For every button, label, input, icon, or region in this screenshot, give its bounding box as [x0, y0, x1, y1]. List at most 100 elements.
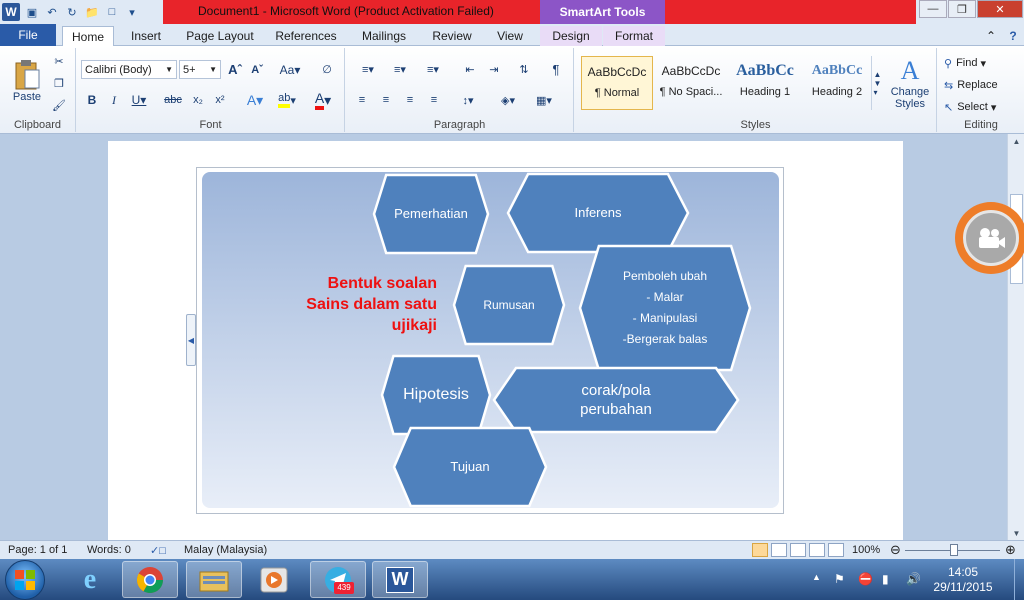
show-formatting-icon[interactable]: ¶: [546, 60, 566, 79]
node-corak-pola[interactable]: corak/pola perubahan: [492, 366, 740, 434]
customize-qat-icon[interactable]: ▾: [124, 4, 140, 20]
replace-button[interactable]: ⇆ Replace: [944, 76, 1020, 94]
full-screen-view-icon[interactable]: [771, 543, 787, 557]
word-logo-icon[interactable]: W: [2, 3, 20, 21]
strikethrough-icon[interactable]: abc: [161, 90, 185, 110]
paste-button[interactable]: Paste: [8, 52, 46, 110]
decrease-indent-icon[interactable]: ⇤: [460, 60, 480, 79]
node-tujuan[interactable]: Tujuan: [392, 426, 548, 508]
draft-view-icon[interactable]: [828, 543, 844, 557]
redo-icon[interactable]: ↻: [64, 4, 80, 20]
vertical-scrollbar[interactable]: ▲ ▼: [1007, 134, 1024, 540]
start-button[interactable]: [5, 560, 45, 600]
taskbar-media-player[interactable]: [246, 561, 302, 598]
close-button[interactable]: ✕: [977, 0, 1023, 18]
zoom-level[interactable]: 100%: [852, 544, 880, 556]
show-desktop-button[interactable]: [1014, 559, 1024, 600]
word-count[interactable]: Words: 0: [87, 544, 131, 556]
web-layout-view-icon[interactable]: [790, 543, 806, 557]
numbering-icon[interactable]: ≡▾: [386, 60, 414, 79]
superscript-icon[interactable]: x²: [211, 90, 229, 110]
bullets-icon[interactable]: ≡▾: [354, 60, 382, 79]
font-color-icon[interactable]: A ▾: [309, 90, 337, 110]
tab-page-layout[interactable]: Page Layout: [180, 26, 260, 46]
node-inferens[interactable]: Inferens: [506, 172, 690, 254]
volume-icon[interactable]: 🔊: [906, 572, 921, 586]
style-no-spacing[interactable]: AaBbCcDc ¶ No Spaci...: [655, 56, 727, 110]
bold-icon[interactable]: B: [83, 90, 101, 110]
sort-icon[interactable]: ⇅: [514, 60, 534, 79]
tab-design[interactable]: Design: [540, 26, 602, 46]
tab-review[interactable]: Review: [424, 26, 480, 46]
shading-icon[interactable]: ◈▾: [494, 90, 522, 110]
underline-icon[interactable]: U▾: [127, 90, 151, 110]
copy-icon[interactable]: ❐: [50, 74, 68, 92]
cut-icon[interactable]: ✂: [50, 52, 68, 70]
align-center-icon[interactable]: ≡: [376, 90, 396, 110]
node-pemerhatian[interactable]: Pemerhatian: [372, 173, 490, 255]
format-painter-icon[interactable]: 🖌: [50, 96, 68, 114]
borders-icon[interactable]: ▦▾: [530, 90, 558, 110]
justify-icon[interactable]: ≡: [424, 90, 444, 110]
taskbar-chrome[interactable]: [122, 561, 178, 598]
subscript-icon[interactable]: x₂: [189, 90, 207, 110]
tab-references[interactable]: References: [270, 26, 342, 46]
line-spacing-icon[interactable]: ↕▾: [454, 90, 482, 110]
print-layout-view-icon[interactable]: [752, 543, 768, 557]
zoom-in-icon[interactable]: ⊕: [1005, 542, 1016, 558]
select-button[interactable]: ↖ Select ▾: [944, 98, 1020, 116]
scroll-down-icon[interactable]: ▼: [1008, 526, 1024, 540]
style-heading-2[interactable]: AaBbCc Heading 2: [801, 56, 873, 110]
align-right-icon[interactable]: ≡: [400, 90, 420, 110]
find-button[interactable]: ⚲ Find ▾: [944, 54, 1020, 72]
clear-formatting-icon[interactable]: ∅: [317, 60, 337, 79]
taskbar-word[interactable]: W: [372, 561, 428, 598]
tab-file[interactable]: File: [0, 24, 56, 46]
change-styles-button[interactable]: A Change Styles: [887, 52, 933, 114]
tab-mailings[interactable]: Mailings: [352, 26, 416, 46]
minimize-button[interactable]: —: [919, 0, 947, 18]
style-heading-1[interactable]: AaBbCc Heading 1: [729, 56, 801, 110]
undo-icon[interactable]: ↶: [44, 4, 60, 20]
error-tray-icon[interactable]: ⛔: [858, 572, 873, 586]
text-pane-toggle[interactable]: ◀: [186, 314, 196, 366]
text-effects-icon[interactable]: A▾: [243, 90, 267, 110]
maximize-button[interactable]: ❐: [948, 0, 976, 18]
outline-view-icon[interactable]: [809, 543, 825, 557]
proofing-icon[interactable]: ✓□: [150, 544, 166, 557]
styles-scroll[interactable]: ▲ ▼ ▾: [871, 56, 883, 110]
multilevel-list-icon[interactable]: ≡▾: [418, 60, 448, 79]
show-hidden-icons[interactable]: ▲: [812, 572, 821, 582]
save-icon[interactable]: ▣: [24, 4, 40, 20]
tab-home[interactable]: Home: [62, 26, 114, 47]
language-indicator[interactable]: Malay (Malaysia): [184, 544, 267, 556]
increase-indent-icon[interactable]: ⇥: [484, 60, 504, 79]
tab-view[interactable]: View: [488, 26, 532, 46]
style-normal[interactable]: AaBbCcDc ¶ Normal: [581, 56, 653, 110]
italic-icon[interactable]: I: [105, 90, 123, 110]
node-rumusan[interactable]: Rumusan: [452, 264, 566, 346]
taskbar-internet-explorer[interactable]: e: [62, 561, 118, 598]
tab-insert[interactable]: Insert: [124, 26, 168, 46]
font-name-combo[interactable]: Calibri (Body) ▼: [81, 60, 177, 79]
node-pemboleh-ubah[interactable]: Pemboleh ubah - Malar - Manipulasi -Berg…: [578, 244, 752, 372]
grow-font-icon[interactable]: Aˆ: [225, 60, 245, 79]
zoom-slider-thumb[interactable]: [950, 544, 958, 556]
help-icon[interactable]: ?: [1004, 26, 1022, 46]
page-count[interactable]: Page: 1 of 1: [8, 544, 67, 556]
screen-recorder-button[interactable]: [955, 202, 1024, 274]
change-case-icon[interactable]: Aa▾: [277, 60, 303, 79]
zoom-out-icon[interactable]: ⊖: [890, 542, 901, 558]
font-size-combo[interactable]: 5+ ▼: [179, 60, 221, 79]
system-clock[interactable]: 14:05 29/11/2015: [930, 565, 996, 595]
new-document-icon[interactable]: □: [104, 4, 120, 20]
shrink-font-icon[interactable]: Aˇ: [247, 60, 267, 79]
network-icon[interactable]: ▮: [882, 572, 889, 586]
highlight-icon[interactable]: ab ▾: [273, 90, 301, 110]
open-folder-icon[interactable]: 📁: [84, 4, 100, 20]
taskbar-file-explorer[interactable]: [186, 561, 242, 598]
scroll-up-icon[interactable]: ▲: [1008, 134, 1024, 148]
minimize-ribbon-icon[interactable]: ⌃: [982, 26, 1000, 46]
node-hipotesis[interactable]: Hipotesis: [380, 354, 492, 436]
tab-format[interactable]: Format: [603, 26, 665, 46]
